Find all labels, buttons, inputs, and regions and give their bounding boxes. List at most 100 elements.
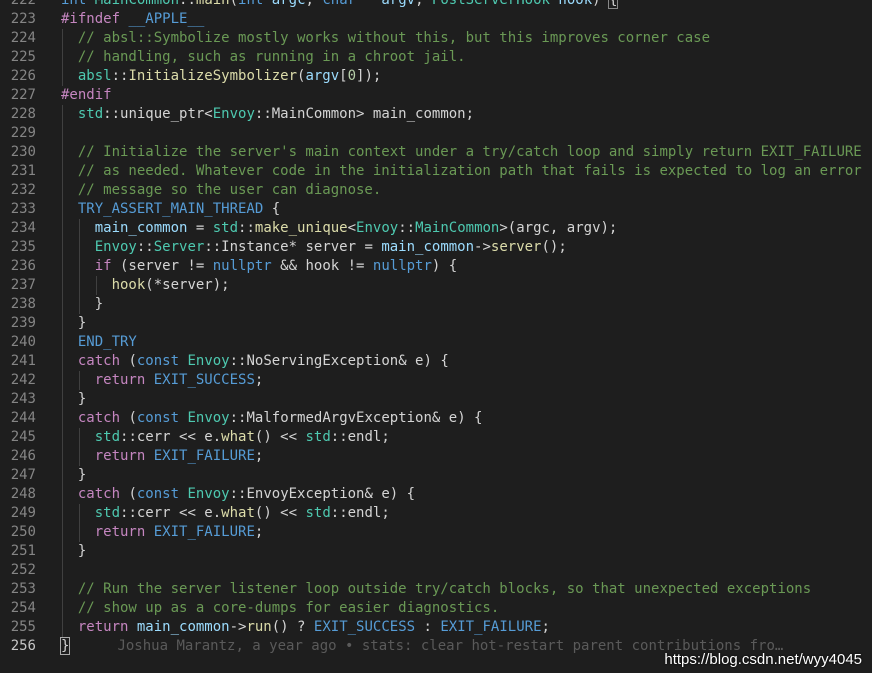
code-line[interactable]: 237 hook(*server); [0,276,872,295]
code-line[interactable]: 251 } [0,542,872,561]
code-token: // message so the user can diagnose. [61,182,382,198]
code-token: Envoy [187,353,230,369]
code-token: catch [77,353,121,369]
code-line[interactable]: 235 Envoy::Server::Instance* server = ma… [0,238,872,257]
code-token: EXIT_SUCCESS [153,372,255,388]
code-token: argv [381,0,416,8]
code-token: TRY_ASSERT_MAIN_THREAD [77,201,264,217]
code-line[interactable]: 246 return EXIT_FAILURE; [0,447,872,466]
code-line[interactable]: 245 std::cerr << e.what() << std::endl; [0,428,872,447]
code-token: hook [558,0,593,8]
code-token: argc [271,0,306,8]
code-token: nullptr [212,258,272,274]
code-token: // Initialize the server's main context … [61,144,862,160]
code-text: END_TRY [61,333,137,352]
line-number: 240 [10,334,36,350]
line-number: 246 [10,448,36,464]
code-token: ::endl; [330,429,390,445]
code-token: MainCommon [415,220,500,236]
code-line[interactable]: 233 TRY_ASSERT_MAIN_THREAD { [0,200,872,219]
code-token: ]); [356,68,382,84]
code-line[interactable]: 253 // Run the server listener loop outs… [0,580,872,599]
line-number: 232 [10,182,36,198]
code-token: -> [474,239,491,255]
code-line[interactable]: 243 } [0,390,872,409]
code-line[interactable]: 226 absl::InitializeSymbolizer(argv[0]); [0,67,872,86]
code-token: } [61,543,87,559]
code-line[interactable]: 225 // handling, such as running in a ch… [0,48,872,67]
code-token: } [61,315,87,331]
code-token: Envoy [212,106,255,122]
code-line[interactable]: 236 if (server != nullptr && hook != nul… [0,257,872,276]
code-token: ) [592,0,609,8]
code-line[interactable]: 240 END_TRY [0,333,872,352]
code-line[interactable]: 222 int MainCommon::main(int argc, char**… [0,0,872,10]
code-text: } [61,295,103,314]
code-line[interactable]: 223 #ifndef __APPLE__ [0,10,872,29]
watermark-url: https://blog.csdn.net/wyy4045 [664,651,862,668]
code-line[interactable]: 229 [0,124,872,143]
code-token: main_common [381,239,475,255]
code-text: TRY_ASSERT_MAIN_THREAD { [61,200,280,219]
code-editor[interactable]: 222 int MainCommon::main(int argc, char**… [0,0,872,673]
code-token: :: [398,220,416,236]
code-line[interactable]: 238 } [0,295,872,314]
code-line[interactable]: 239 } [0,314,872,333]
code-line[interactable]: 250 return EXIT_FAILURE; [0,523,872,542]
code-line[interactable]: 255 return main_common->run() ? EXIT_SUC… [0,618,872,637]
line-number: 243 [10,391,36,407]
line-number: 226 [10,68,36,84]
code-token: const [136,353,180,369]
code-line[interactable]: 244 catch (const Envoy::MalformedArgvExc… [0,409,872,428]
code-line[interactable]: 252 [0,561,872,580]
line-number: 235 [10,239,36,255]
code-token: : [415,619,441,635]
code-line[interactable]: 230 // Initialize the server's main cont… [0,143,872,162]
code-line[interactable]: 241 catch (const Envoy::NoServingExcepti… [0,352,872,371]
line-number: 241 [10,353,36,369]
code-token: MainCommon [94,0,180,8]
code-line[interactable]: 232 // message so the user can diagnose. [0,181,872,200]
line-number: 229 [10,125,36,141]
code-token: } [61,296,104,312]
code-text: // handling, such as running in a chroot… [61,48,466,67]
code-token: const [136,486,180,502]
code-line[interactable]: 242 return EXIT_SUCCESS; [0,371,872,390]
code-line[interactable]: 224 // absl::Symbolize mostly works with… [0,29,872,48]
code-token: return [94,448,146,464]
code-token: catch [77,486,121,502]
code-token: ::endl; [330,505,390,521]
line-number: 252 [10,562,36,578]
code-token: >(argc, argv); [499,220,618,236]
code-token: (*server); [145,277,230,293]
code-line[interactable]: 227 #endif [0,86,872,105]
code-token: , [415,0,432,8]
code-token: ::cerr << e. [120,505,222,521]
code-line[interactable]: 234 main_common = std::make_unique<Envoy… [0,219,872,238]
code-line[interactable]: 248 catch (const Envoy::EnvoyException& … [0,485,872,504]
code-line[interactable]: 231 // as needed. Whatever code in the i… [0,162,872,181]
code-line[interactable]: 254 // show up as a core-dumps for easie… [0,599,872,618]
code-line[interactable]: 249 std::cerr << e.what() << std::endl; [0,504,872,523]
code-token: std [94,505,121,521]
code-token: ; [254,448,264,464]
code-token: what [221,429,255,445]
matched-brace: } [59,637,71,655]
code-token: Envoy [94,239,137,255]
code-token: :: [238,220,255,236]
code-token: && hook != [271,258,373,274]
code-token: ( [120,353,137,369]
code-token: main_common [94,220,188,236]
code-token: Server [153,239,205,255]
code-token: #ifndef [61,11,121,27]
code-line[interactable]: 247 } [0,466,872,485]
code-line[interactable]: 228 std::unique_ptr<Envoy::MainCommon> m… [0,105,872,124]
